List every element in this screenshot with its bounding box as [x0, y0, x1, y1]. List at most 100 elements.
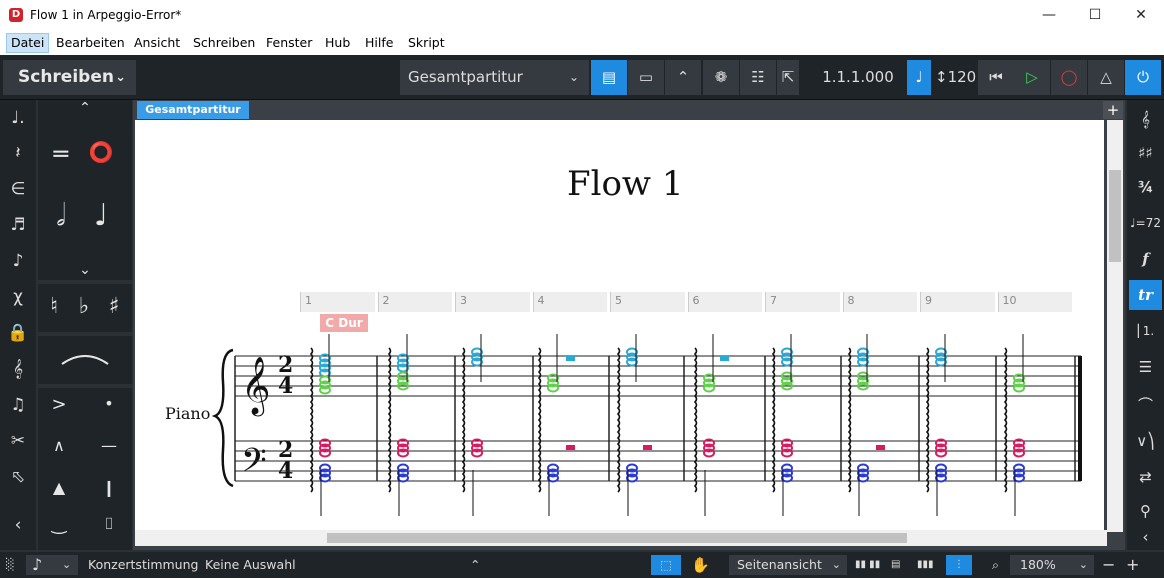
power-icon[interactable]: ⏻ [1125, 60, 1161, 95]
metronome-icon[interactable]: △ [1088, 60, 1124, 95]
half-rest[interactable] [720, 356, 729, 361]
note-input-icon[interactable]: ♩. [0, 101, 36, 135]
chevron-down-icon[interactable]: ⌄ [76, 262, 94, 278]
single-pages-horizontal-icon[interactable]: ▮▮▮ [917, 552, 934, 578]
horizontal-scrollbar[interactable] [135, 530, 1107, 546]
half-rest[interactable] [876, 445, 885, 450]
tab-gesamtpartitur[interactable]: Gesamtpartitur [137, 101, 249, 119]
accent-icon[interactable]: > [44, 394, 74, 415]
spreads-vertical-icon[interactable]: ▤ [891, 552, 900, 578]
chevron-up-icon[interactable]: ⌃ [76, 100, 94, 116]
notations-toolbox: 𝄞 ♯♯ ¾ ♩=72 f tr ⎜1. ☰ ⌒ ∨⎞ ⇄ ⚲ ‹ [1127, 100, 1164, 550]
arpeggio-line [309, 347, 314, 493]
single-pages-vertical-icon[interactable]: ⋮ [946, 555, 972, 575]
rewind-icon[interactable]: ⏮ [978, 60, 1014, 95]
close-icon[interactable]: ✕ [1118, 0, 1164, 31]
half-rest[interactable] [566, 356, 575, 361]
galley-view-icon[interactable]: ▤ [591, 60, 627, 95]
play-icon[interactable]: ▷ [1014, 60, 1050, 95]
time-signature-icon[interactable]: ¾ [1129, 172, 1162, 202]
slur-icon[interactable] [60, 352, 110, 366]
note-input-icon[interactable]: ♩ [907, 60, 931, 95]
scissors-icon[interactable]: ✂ [0, 424, 36, 458]
whole-note-icon[interactable]: ⭕ [86, 140, 116, 164]
bars-icon[interactable]: ☰ [1129, 352, 1162, 382]
spreads-horizontal-icon[interactable]: ▮▮ ▮▮ [855, 552, 880, 578]
concert-pitch-toggle[interactable]: Konzertstimmung [88, 552, 198, 578]
flat-icon[interactable]: ♭ [72, 294, 96, 319]
arpeggio-line [387, 347, 392, 493]
view-type-label: Seitenansicht [737, 557, 822, 572]
half-rest[interactable] [643, 445, 652, 450]
playing-techniques-icon[interactable]: ∨⎞ [1129, 426, 1162, 456]
minimize-icon[interactable]: — [1026, 0, 1072, 31]
grace-note-icon[interactable]: ♬ [0, 208, 36, 242]
dynamics-icon[interactable]: f [1129, 244, 1162, 274]
app-icon: D [9, 8, 23, 22]
quarter-note-icon[interactable]: ♩ [86, 198, 116, 233]
page-view-icon[interactable]: ▭ [628, 60, 664, 95]
record-icon[interactable]: ◯ [1051, 60, 1087, 95]
menu-skript[interactable]: Skript [408, 35, 445, 50]
menu-schreiben[interactable]: Schreiben [193, 35, 255, 50]
rest-icon[interactable]: 𝄽 [0, 136, 36, 170]
lock-icon[interactable]: 🔒 [0, 316, 36, 350]
view-type-selector[interactable]: Seitenansicht ⌄ [729, 555, 847, 575]
note-icon: ♪ [32, 555, 43, 574]
breve-icon[interactable]: ═ [46, 140, 76, 168]
video-icon[interactable]: ❁ [703, 60, 739, 95]
show-panel-icon[interactable]: ⌃ [470, 552, 480, 578]
chord-icon[interactable]: 𝄞 [0, 352, 36, 386]
fermata-icon[interactable]: ‿ [44, 514, 74, 535]
mode-selector[interactable]: Schreiben ⌄ [3, 60, 136, 95]
staccatissimo-icon[interactable]: ▲ [44, 478, 74, 497]
duration-selector[interactable]: ♪ ⌄ [26, 555, 78, 575]
force-duration-icon[interactable]: ♫ [0, 388, 36, 422]
repeats-icon[interactable]: ⎜1. [1129, 316, 1162, 346]
menu-fenster[interactable]: Fenster [266, 35, 312, 50]
insert-icon[interactable]: χ [0, 280, 36, 314]
staccato-icon[interactable]: • [94, 394, 124, 413]
zoom-in-icon[interactable]: + [1126, 552, 1139, 578]
mixer-icon[interactable]: ☷ [740, 60, 776, 95]
sharp-icon[interactable]: ♯ [102, 294, 126, 319]
unstress-icon[interactable]: ⌷ [94, 514, 124, 534]
menu-ansicht[interactable]: Ansicht [134, 35, 180, 50]
zoom-out-icon[interactable]: − [1102, 552, 1115, 578]
score-page[interactable]: Flow 1 Piano 1 2 3 4 5 6 7 8 9 10 C Dur 𝄞 𝄢 2 4 2… [135, 120, 1104, 530]
menu-hub[interactable]: Hub [325, 35, 350, 50]
tenuto-icon[interactable]: — [94, 436, 124, 455]
hand-tool-icon[interactable]: ✋ [691, 552, 710, 578]
collapse-panels-icon[interactable]: ⌃ [665, 60, 701, 95]
clef-icon[interactable]: 𝄞 [1129, 104, 1162, 134]
tempo-readout[interactable]: ↕120 [935, 60, 976, 95]
ornaments-icon[interactable]: tr [1129, 280, 1162, 310]
tempo-icon[interactable]: ♩=72 [1129, 208, 1162, 238]
half-note-icon[interactable]: 𝅗𝅥 [46, 198, 76, 233]
collapse-left-icon[interactable]: ‹ [0, 508, 36, 542]
half-rest[interactable] [566, 445, 575, 450]
lines-icon[interactable]: ⇄ [1129, 462, 1162, 492]
selection-tool-icon[interactable]: ⬚ [651, 555, 681, 575]
select-arrow-icon[interactable]: ⬁ [0, 460, 36, 494]
vertical-scrollbar[interactable] [1107, 120, 1123, 532]
key-signature-icon[interactable]: ♯♯ [1129, 138, 1162, 168]
maximize-icon[interactable]: ☐ [1072, 0, 1118, 31]
tuplet-icon[interactable]: ♪ [0, 244, 36, 278]
mini-transport-icon[interactable]: ⇱ [777, 60, 799, 95]
stress-icon[interactable]: ❙ [94, 478, 124, 497]
slash-icon[interactable]: ∈ [0, 172, 36, 206]
natural-icon[interactable]: ♮ [42, 294, 66, 319]
collapse-right-icon[interactable]: ‹ [1129, 522, 1162, 552]
layout-selector[interactable]: Gesamtpartitur ⌄ [400, 60, 589, 95]
holds-pauses-icon[interactable]: ⌒ [1129, 390, 1162, 420]
add-tab-button[interactable]: + [1103, 101, 1123, 119]
scroll-thumb[interactable] [327, 533, 907, 543]
menu-datei[interactable]: Datei [6, 33, 50, 53]
slur-grid [38, 336, 132, 384]
zoom-selector[interactable]: 180% ⌄ [1010, 555, 1094, 575]
marcato-icon[interactable]: ∧ [44, 436, 74, 455]
menu-hilfe[interactable]: Hilfe [365, 35, 393, 50]
menu-bearbeiten[interactable]: Bearbeiten [56, 35, 125, 50]
scroll-thumb[interactable] [1109, 170, 1121, 262]
